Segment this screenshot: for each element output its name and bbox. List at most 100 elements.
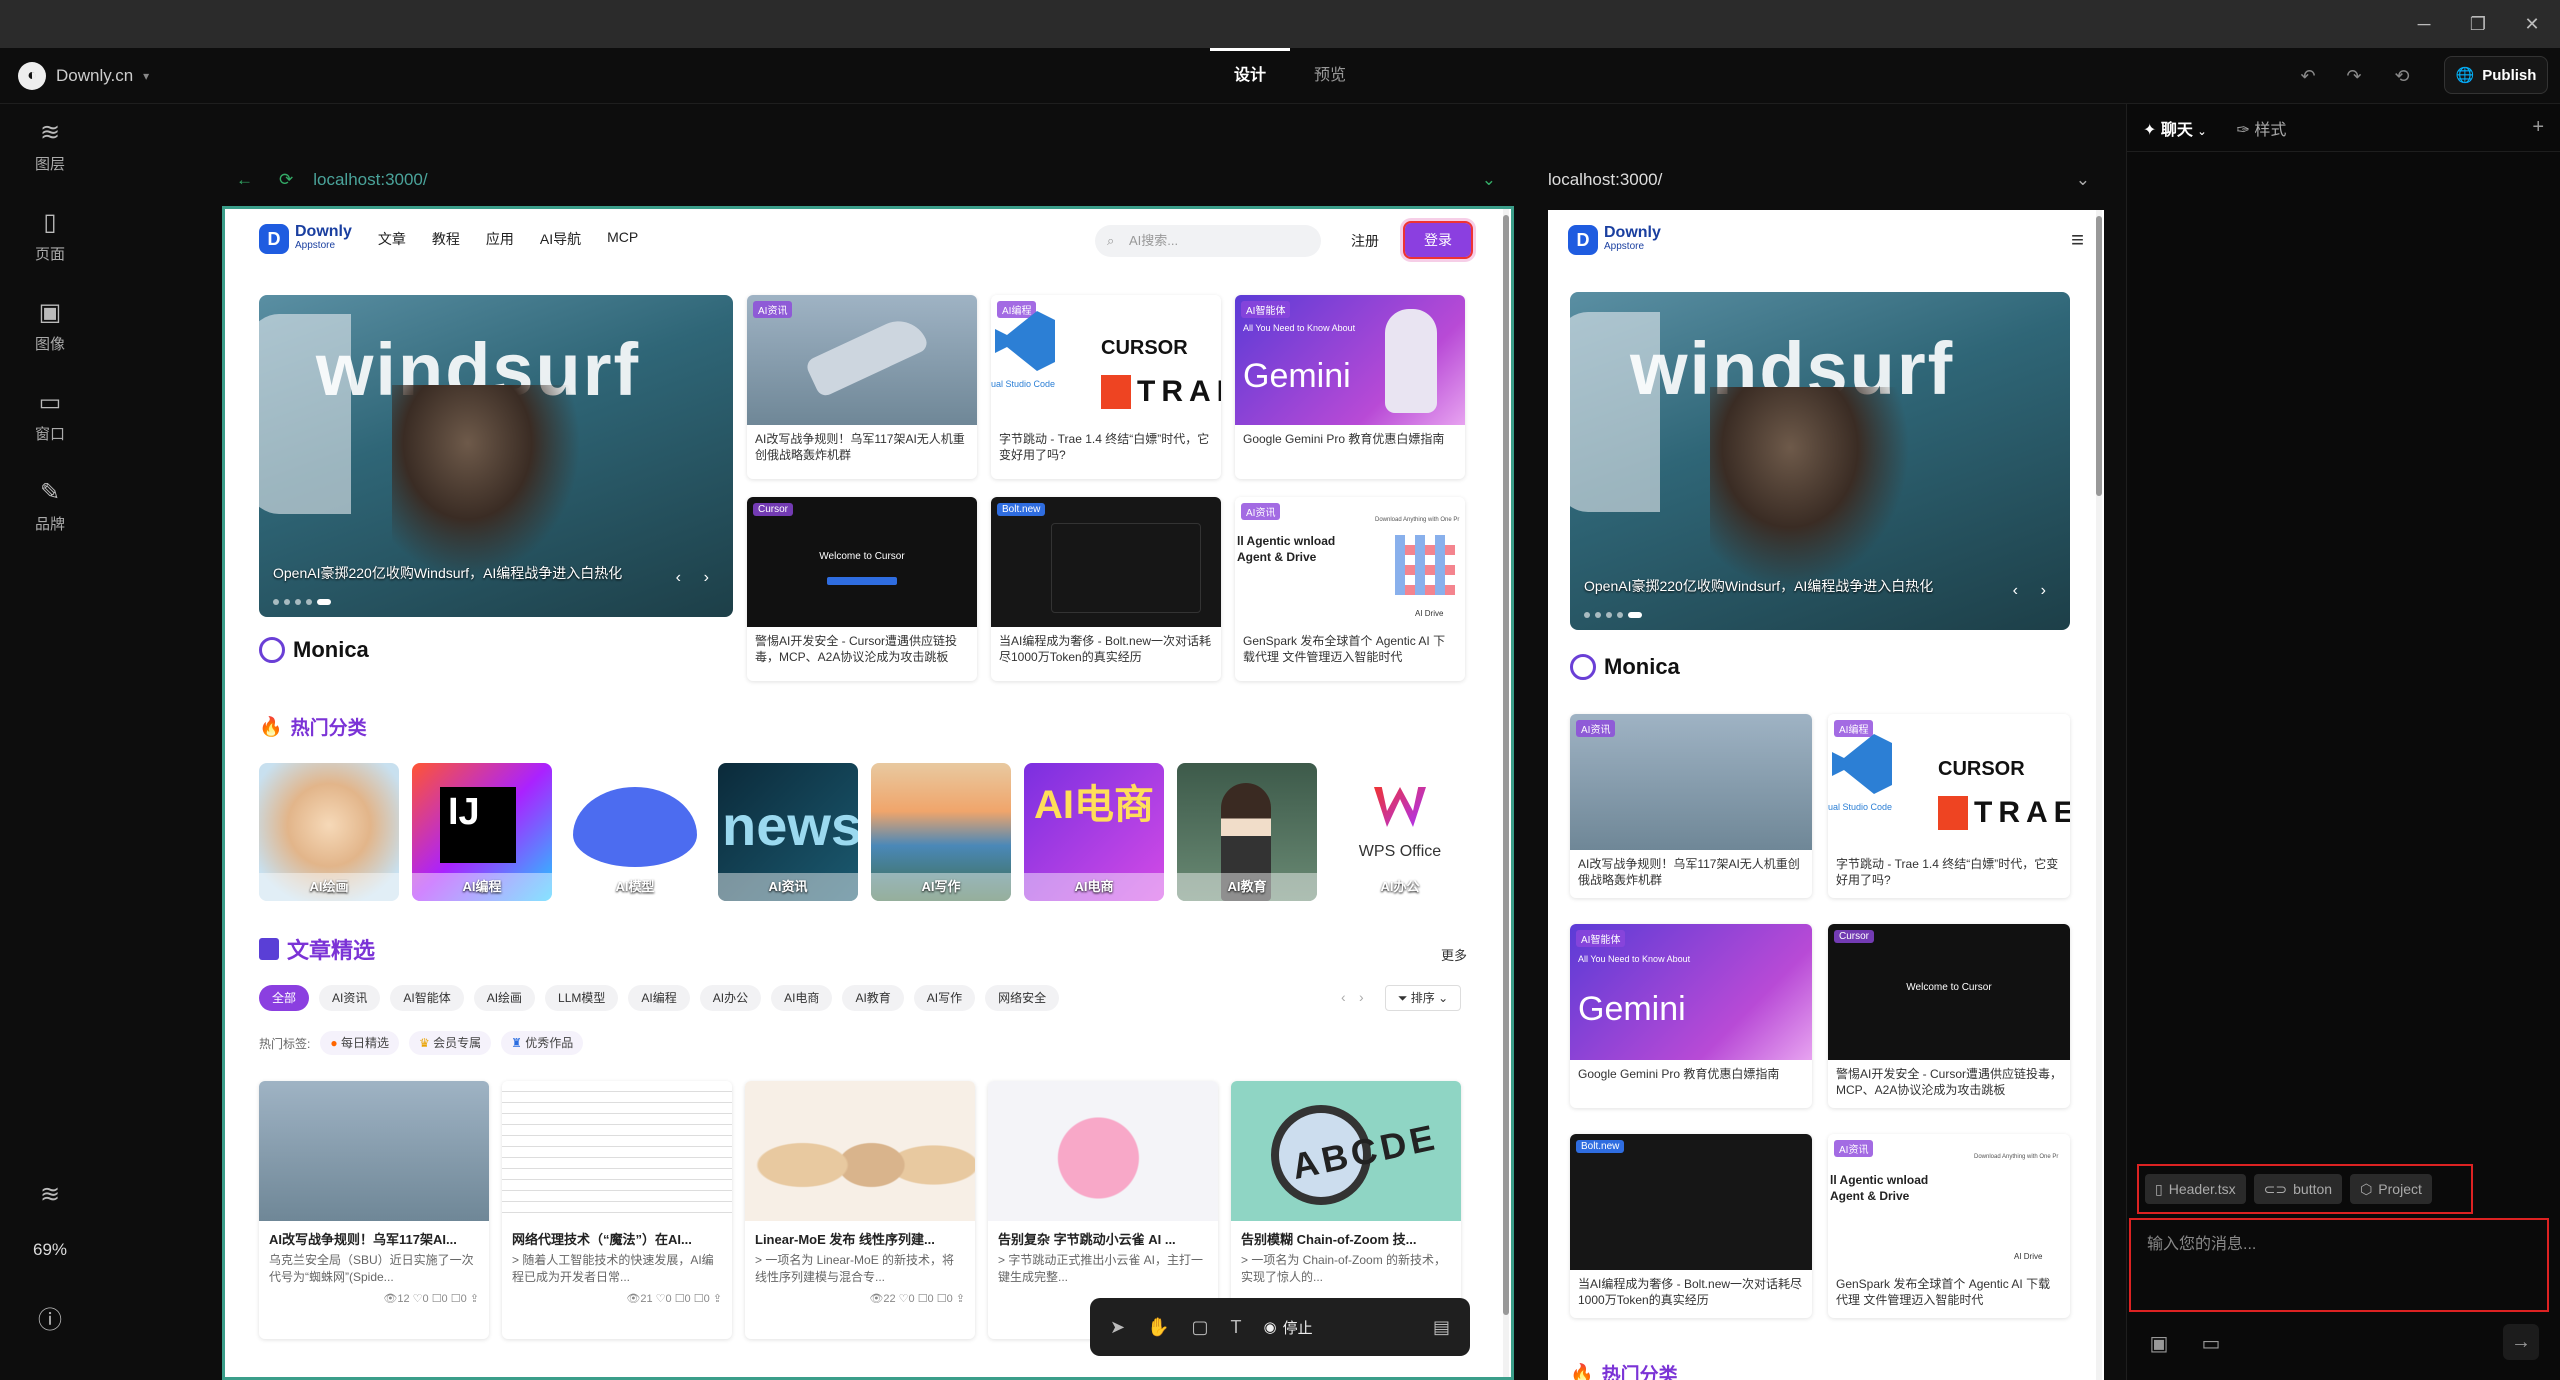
news-card[interactable]: AI资讯 ll Agentic wnload Agent & Drive Dow…	[1235, 497, 1465, 681]
sidebar-item-layers[interactable]: ≋ 图层	[0, 118, 100, 174]
site-search-input[interactable]: ⌕ AI搜索...	[1095, 225, 1321, 257]
context-chip[interactable]: ⊂⊃ button	[2253, 1174, 2343, 1204]
news-card[interactable]: Bolt.new 当AI编程成为奢侈 - Bolt.new一次对话耗尽1000万…	[1570, 1134, 1812, 1318]
chevron-right-icon[interactable]: ›	[704, 569, 709, 587]
article-card[interactable]: Linear-MoE 发布 线性序列建... > 一项名为 Linear-MoE…	[745, 1081, 975, 1339]
tab-preview[interactable]: 预览	[1290, 48, 1370, 104]
news-card[interactable]: Bolt.new 当AI编程成为奢侈 - Bolt.new一次对话耗尽1000万…	[991, 497, 1221, 681]
sidebar-item-brand[interactable]: ✎ 品牌	[0, 478, 100, 534]
sidebar-item-window[interactable]: ▭ 窗口	[0, 388, 100, 444]
category-card[interactable]: AI绘画	[259, 763, 399, 901]
plus-icon[interactable]: +	[2532, 116, 2544, 139]
article-card[interactable]: AI改写战争规则！乌军117架AI... 乌克兰安全局（SBU）近日实施了一次代…	[259, 1081, 489, 1339]
mobile-hero-carousel[interactable]: windsurf OpenAI豪掷220亿收购Windsurf，AI编程战争进入…	[1570, 292, 2070, 630]
article-card[interactable]: 网络代理技术（“魔法”）在AI... > 随着人工智能技术的快速发展，AI编程已…	[502, 1081, 732, 1339]
scrollbar[interactable]	[2096, 210, 2102, 1380]
chat-message-input[interactable]: 输入您的消息...	[2129, 1218, 2549, 1312]
mobile-preview-url[interactable]: localhost:3000/	[1548, 170, 1662, 190]
category-card[interactable]: AI电商 AI电商	[1024, 763, 1164, 901]
nav-item-mcp[interactable]: MCP	[607, 229, 638, 249]
nav-item-ai-nav[interactable]: AI导航	[540, 229, 581, 249]
hand-icon[interactable]: ✋	[1147, 1317, 1169, 1338]
monica-brand[interactable]: Monica	[259, 637, 369, 663]
monica-brand[interactable]: Monica	[1570, 654, 1680, 680]
redo-icon[interactable]: ↷	[2340, 62, 2368, 90]
context-chip[interactable]: ▯ Header.tsx	[2145, 1174, 2246, 1204]
news-card[interactable]: AI资讯 AI改写战争规则！乌军117架AI无人机重创俄战略轰炸机群	[1570, 714, 1812, 898]
tab-design[interactable]: 设计	[1210, 48, 1291, 104]
chevron-right-icon[interactable]: ›	[1359, 989, 1364, 1005]
desktop-preview-frame[interactable]: D Downly Appstore 文章 教程 应用 AI导航 MCP ⌕ AI搜索…	[222, 206, 1514, 1380]
carousel-dots[interactable]	[1584, 612, 1642, 618]
sort-dropdown[interactable]: ⏷ 排序 ⌄	[1385, 985, 1461, 1011]
news-card[interactable]: AI编程 ual Studio Code CURSOR TRAE 字节跳动 - …	[1828, 714, 2070, 898]
filter-chip[interactable]: 全部	[259, 985, 310, 1011]
windsurf-icon[interactable]: ≋	[0, 1180, 100, 1215]
filter-chip[interactable]: AI教育	[842, 985, 904, 1011]
chevron-left-icon[interactable]: ‹	[676, 569, 681, 587]
sidebar-item-images[interactable]: ▣ 图像	[0, 298, 100, 354]
filter-chip[interactable]: AI编程	[628, 985, 690, 1011]
site-logo[interactable]: D Downly Appstore	[259, 224, 352, 254]
publish-button[interactable]: 🌐 Publish	[2444, 56, 2548, 94]
hot-tag[interactable]: ♛ 会员专属	[408, 1031, 492, 1055]
filter-chip[interactable]: AI写作	[913, 985, 976, 1011]
terminal-icon[interactable]: ▤	[1433, 1317, 1450, 1338]
zoom-level[interactable]: 69%	[0, 1240, 100, 1260]
stop-button[interactable]: ◉ 停止	[1264, 1317, 1313, 1338]
site-logo[interactable]: D Downly Appstore	[1568, 225, 1661, 255]
filter-chip[interactable]: 网络安全	[985, 985, 1060, 1011]
category-card[interactable]: news AI资讯	[718, 763, 858, 901]
news-card[interactable]: AI编程 ual Studio Code CURSOR TRAE 字节跳动 - …	[991, 295, 1221, 479]
news-card[interactable]: AI智能体 All You Need to Know About Gemini …	[1235, 295, 1465, 479]
sidebar-item-pages[interactable]: ▯ 页面	[0, 208, 100, 264]
category-card[interactable]: AI模型	[565, 763, 705, 901]
chevron-down-icon[interactable]: ⌄	[2076, 170, 2090, 190]
hero-caption[interactable]: OpenAI豪掷220亿收购Windsurf，AI编程战争进入白热化	[273, 563, 622, 583]
category-card[interactable]: AI写作	[871, 763, 1011, 901]
mobile-preview-frame[interactable]: D Downly Appstore ≡ windsurf OpenAI豪掷220亿…	[1548, 210, 2104, 1380]
text-icon[interactable]: T	[1231, 1317, 1242, 1338]
filter-chip[interactable]: AI智能体	[390, 985, 464, 1011]
workspace-switcher[interactable]: ◐ Downly.cn ▾	[18, 62, 149, 90]
filter-chip[interactable]: AI资讯	[319, 985, 381, 1011]
chevron-left-icon[interactable]: ‹	[1341, 989, 1346, 1005]
filter-chip[interactable]: LLM模型	[545, 985, 619, 1011]
filter-chip[interactable]: AI办公	[699, 985, 762, 1011]
minimize-icon[interactable]: ─	[2412, 12, 2436, 36]
reload-icon[interactable]: ⟳	[279, 170, 293, 190]
preview-url[interactable]: localhost:3000/	[313, 170, 427, 190]
chevron-down-icon[interactable]: ⌄	[1482, 170, 1496, 190]
rectangle-icon[interactable]: ▢	[1192, 1317, 1209, 1338]
pointer-icon[interactable]: ➤	[1110, 1317, 1125, 1338]
hero-carousel[interactable]: windsurf OpenAI豪掷220亿收购Windsurf，AI编程战争进入…	[259, 295, 733, 617]
news-card[interactable]: Cursor Welcome to Cursor 警惕AI开发安全 - Curs…	[747, 497, 977, 681]
hot-tag[interactable]: ♜ 优秀作品	[501, 1031, 584, 1055]
carousel-dots[interactable]	[273, 599, 331, 605]
news-card[interactable]: AI资讯 ll Agentic wnload Agent & Drive Dow…	[1828, 1134, 2070, 1318]
close-icon[interactable]: ✕	[2520, 12, 2544, 36]
news-card[interactable]: AI智能体 All You Need to Know About Gemini …	[1570, 924, 1812, 1108]
category-card[interactable]: WPS Office AI办公	[1330, 763, 1470, 901]
category-card[interactable]: IJ AI编程	[412, 763, 552, 901]
nav-item-tutorials[interactable]: 教程	[432, 229, 460, 249]
back-icon[interactable]: ←	[236, 170, 253, 190]
send-icon[interactable]: →	[2503, 1324, 2539, 1360]
screen-icon[interactable]: ▭	[2197, 1330, 2225, 1358]
restore-icon[interactable]: ❐	[2466, 12, 2490, 36]
image-upload-icon[interactable]: ▣	[2145, 1330, 2173, 1358]
chevron-left-icon[interactable]: ‹	[2013, 582, 2018, 600]
help-icon[interactable]: ⓘ	[0, 1300, 100, 1341]
news-card[interactable]: AI资讯 AI改写战争规则！乌军117架AI无人机重创俄战略轰炸机群	[747, 295, 977, 479]
chevron-right-icon[interactable]: ›	[2041, 582, 2046, 600]
history-icon[interactable]: ⟲	[2388, 62, 2416, 90]
more-link[interactable]: 更多	[1441, 945, 1467, 964]
register-link[interactable]: 注册	[1351, 231, 1379, 251]
filter-chip[interactable]: AI绘画	[473, 985, 536, 1011]
context-chip[interactable]: ⬡ Project	[2350, 1174, 2432, 1204]
hot-tag[interactable]: ● 每日精选	[320, 1031, 399, 1055]
category-card[interactable]: AI教育	[1177, 763, 1317, 901]
tab-style[interactable]: ✑ 样式	[2237, 116, 2287, 140]
nav-item-apps[interactable]: 应用	[486, 229, 514, 249]
news-card[interactable]: Cursor Welcome to Cursor 警惕AI开发安全 - Curs…	[1828, 924, 2070, 1108]
